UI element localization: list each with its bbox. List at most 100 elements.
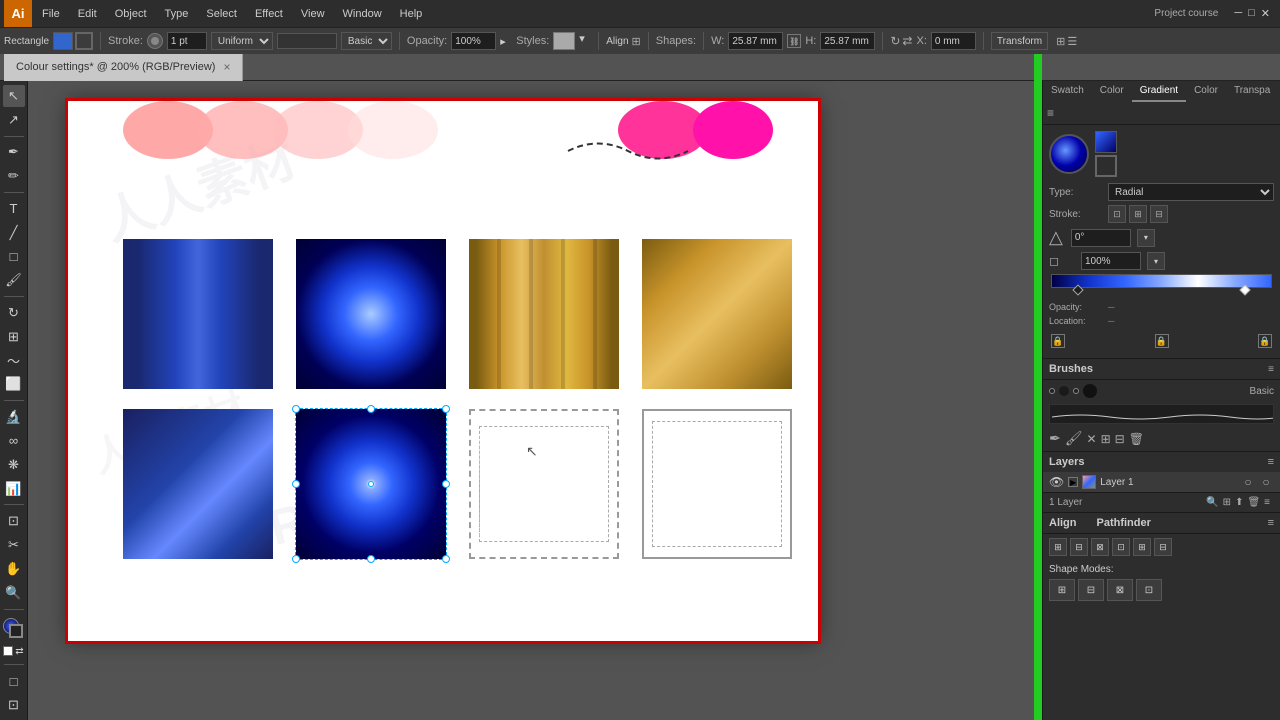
scale-tool[interactable]: ⊞ <box>3 326 25 348</box>
menu-view[interactable]: View <box>293 0 333 27</box>
tab-color2[interactable]: Color <box>1186 81 1226 102</box>
brush-dot-large[interactable] <box>1083 384 1097 398</box>
gradient-type-select[interactable]: Radial Linear <box>1108 183 1274 201</box>
layer-edit-icon[interactable]: ○ <box>1258 475 1274 489</box>
gradient-stop-right[interactable] <box>1239 284 1250 295</box>
fill-color-box[interactable] <box>53 32 73 50</box>
paint-brush-tool[interactable]: 🖌 <box>3 269 25 291</box>
shape-blue-glow[interactable] <box>123 409 273 559</box>
gradient-fill-icon[interactable] <box>1095 131 1117 153</box>
swap-colors-icon[interactable]: ⇄ <box>15 646 23 657</box>
close-tab-button[interactable]: × <box>223 60 230 74</box>
handle-tl[interactable] <box>292 405 300 413</box>
brush-dot-small-hollow2[interactable] <box>1073 388 1079 394</box>
stroke-width-input[interactable] <box>167 32 207 50</box>
tab-swatch[interactable]: Swatch <box>1043 81 1092 102</box>
layer-expand-arrow[interactable]: ▶ <box>1068 477 1078 487</box>
x-input[interactable] <box>931 32 976 50</box>
transform-button[interactable]: Transform <box>991 32 1048 50</box>
exclude-btn[interactable]: ⊡ <box>1136 579 1162 601</box>
gradient-preview-circle[interactable] <box>1049 134 1089 174</box>
tab-gradient[interactable]: Gradient <box>1132 81 1186 102</box>
minimize-button[interactable]: ─ <box>1234 7 1242 20</box>
handle-tr[interactable] <box>442 405 450 413</box>
search-layers-icon[interactable]: 🔍 <box>1206 497 1218 508</box>
selection-tool[interactable]: ↖ <box>3 85 25 107</box>
shape-gold-diagonal[interactable] <box>642 239 792 389</box>
canvas-tab[interactable]: Colour settings* @ 200% (RGB/Preview) × <box>4 54 243 81</box>
hand-tool[interactable]: ✋ <box>3 558 25 580</box>
lock-ratio-icon[interactable]: ⛓ <box>787 34 801 48</box>
align-icon[interactable]: ⊞ <box>632 35 641 48</box>
menu-file[interactable]: File <box>34 0 68 27</box>
symbol-tool[interactable]: ❋ <box>3 454 25 476</box>
slice-tool[interactable]: ✂ <box>3 534 25 556</box>
artboard-tool[interactable]: ⊡ <box>3 510 25 532</box>
align-left-btn[interactable]: ⊞ <box>1049 538 1067 556</box>
shape-gold-vertical[interactable] <box>469 239 619 389</box>
type-tool[interactable]: T <box>3 198 25 220</box>
tab-transparency[interactable]: Transpa <box>1226 81 1278 102</box>
gradient-tool[interactable]: ⬜ <box>3 374 25 396</box>
shape-dashed-2[interactable] <box>642 409 792 559</box>
menu-effect[interactable]: Effect <box>247 0 291 27</box>
fill-stroke-toggle[interactable]: ⇄ <box>3 644 23 659</box>
shape-tool[interactable]: □ <box>3 246 25 268</box>
height-input[interactable] <box>820 32 875 50</box>
handle-bm[interactable] <box>367 555 375 563</box>
minus-front-btn[interactable]: ⊟ <box>1078 579 1104 601</box>
shape-dashed-1[interactable] <box>469 409 619 559</box>
menu-edit[interactable]: Edit <box>70 0 105 27</box>
new-layer-icon[interactable]: ⊞ <box>1223 497 1231 508</box>
stroke-color-box[interactable] <box>75 32 93 50</box>
menu-type[interactable]: Type <box>157 0 197 27</box>
delete-layer-icon[interactable]: 🗑 <box>1247 497 1260 508</box>
direct-select-tool[interactable]: ↗ <box>3 109 25 131</box>
shape-blue-radial[interactable] <box>296 239 446 389</box>
layer-visibility-toggle[interactable]: 👁 <box>1049 475 1064 489</box>
align-top-btn[interactable]: ⊡ <box>1112 538 1130 556</box>
stroke-outside-btn[interactable]: ⊟ <box>1150 205 1168 223</box>
close-button[interactable]: ✕ <box>1261 7 1270 20</box>
layers-menu-icon[interactable]: ≡ <box>1268 456 1274 468</box>
rotate-icon[interactable]: ↻ <box>890 34 900 48</box>
layers-options-icon[interactable]: ≡ <box>1264 497 1270 508</box>
brush-dot-medium[interactable] <box>1059 386 1069 396</box>
brush-tool-btn4[interactable]: ⊞ <box>1101 432 1111 446</box>
brushes-menu[interactable]: ≡ <box>1268 364 1274 375</box>
eyedropper-tool[interactable]: 🔬 <box>3 406 25 428</box>
layer-lock-icon[interactable]: ○ <box>1240 475 1256 489</box>
graph-tool[interactable]: 📊 <box>3 478 25 500</box>
handle-tm[interactable] <box>367 405 375 413</box>
angle-dropdown[interactable]: ▾ <box>1137 229 1155 247</box>
lock-icon-left[interactable]: 🔒 <box>1051 334 1065 348</box>
rotate-tool[interactable]: ↻ <box>3 302 25 324</box>
opacity-arrows[interactable]: ▸ <box>500 32 512 50</box>
brush-dot-small-hollow[interactable] <box>1049 388 1055 394</box>
brush-tool-btn5[interactable]: ⊟ <box>1115 432 1125 446</box>
handle-bl[interactable] <box>292 555 300 563</box>
align-right-btn[interactable]: ⊠ <box>1091 538 1109 556</box>
reset-colors-icon[interactable] <box>3 646 13 656</box>
styles-arrow[interactable]: ▾ <box>579 32 591 50</box>
normal-mode-icon[interactable]: □ <box>3 670 25 692</box>
menu-window[interactable]: Window <box>335 0 390 27</box>
zoom-tool[interactable]: 🔍 <box>3 582 25 604</box>
handle-ml[interactable] <box>292 480 300 488</box>
menu-object[interactable]: Object <box>107 0 155 27</box>
color-selector[interactable] <box>3 618 25 640</box>
brush-tool-btn6[interactable]: 🗑 <box>1129 432 1144 446</box>
menu-help[interactable]: Help <box>392 0 431 27</box>
canvas-area[interactable]: 人人素材 RRCG 人人素材 RRCG <box>28 81 1042 720</box>
unite-btn[interactable]: ⊞ <box>1049 579 1075 601</box>
align-panel-menu[interactable]: ≡ <box>1268 517 1274 529</box>
layer-row-1[interactable]: 👁 ▶ Layer 1 ○ ○ <box>1043 472 1280 492</box>
stroke-center-btn[interactable]: ⊞ <box>1129 205 1147 223</box>
menu-select[interactable]: Select <box>198 0 245 27</box>
blend-tool[interactable]: ∞ <box>3 430 25 452</box>
grid-icon[interactable]: ⊞ <box>1056 35 1065 48</box>
width-input[interactable] <box>728 32 783 50</box>
lock-icon-right[interactable]: 🔒 <box>1258 334 1272 348</box>
aspect-input[interactable] <box>1081 252 1141 270</box>
gradient-stroke-icon[interactable] <box>1095 155 1117 177</box>
